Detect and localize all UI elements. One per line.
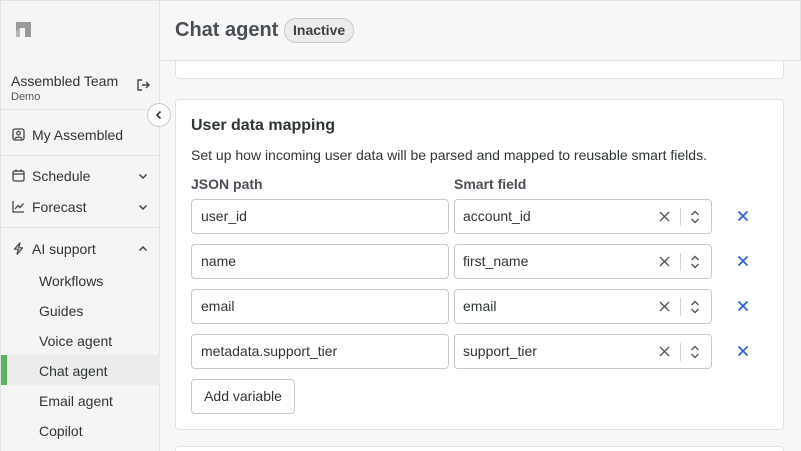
assembled-logo-icon[interactable] — [14, 19, 34, 39]
team-subtitle: Demo — [11, 91, 41, 103]
up-down-chevron-icon — [691, 255, 699, 269]
json-path-input[interactable]: user_id — [191, 199, 449, 234]
chevron-down-icon — [138, 204, 148, 211]
divider — [1, 155, 160, 156]
column-header-smart-field: Smart field — [454, 176, 527, 192]
clear-icon[interactable] — [659, 256, 670, 267]
section-title: User data mapping — [191, 117, 336, 134]
team-switcher[interactable]: Assembled Team Demo — [11, 73, 118, 105]
select-separator — [680, 298, 681, 316]
previous-card — [175, 61, 784, 79]
sidebar-item-label: Forecast — [32, 199, 87, 215]
user-badge-icon — [12, 128, 25, 141]
sidebar-item-schedule[interactable]: Schedule — [1, 161, 160, 191]
logout-icon[interactable] — [136, 78, 150, 92]
chevron-up-icon — [138, 245, 148, 252]
sidebar: Assembled Team Demo My Assembled Schedul… — [0, 0, 160, 451]
sidebar-item-my-assembled[interactable]: My Assembled — [1, 120, 160, 150]
sidebar-item-label: Schedule — [32, 168, 91, 184]
divider — [1, 227, 160, 228]
section-description: Set up how incoming user data will be pa… — [191, 147, 707, 163]
json-path-input[interactable]: name — [191, 244, 449, 279]
page-title: Chat agent — [175, 19, 279, 41]
smart-field-select[interactable]: email — [454, 289, 712, 324]
sidebar-subitem-label: Copilot — [39, 423, 83, 439]
remove-row-icon[interactable] — [737, 345, 749, 357]
json-path-input[interactable]: metadata.support_tier — [191, 334, 449, 369]
smart-field-value: email — [463, 298, 497, 314]
sidebar-subitem-copilot[interactable]: Copilot — [1, 415, 160, 445]
sidebar-subitem-label: Voice agent — [39, 333, 113, 349]
sidebar-subitem-label: Chat agent — [39, 363, 108, 379]
sidebar-subitem-email-agent[interactable]: Email agent — [1, 385, 160, 415]
team-name: Assembled Team — [11, 73, 119, 89]
remove-row-icon[interactable] — [737, 255, 749, 267]
sidebar-subitem-chat-agent[interactable]: Chat agent — [1, 355, 160, 385]
add-variable-button[interactable]: Add variable — [191, 379, 295, 414]
sidebar-subitem-voice-agent[interactable]: Voice agent — [1, 325, 160, 355]
calendar-icon — [12, 169, 25, 182]
next-card — [175, 446, 784, 451]
status-badge: Inactive — [284, 18, 355, 43]
smart-field-select[interactable]: first_name — [454, 244, 712, 279]
smart-field-value: support_tier — [463, 343, 537, 359]
smart-field-select[interactable]: support_tier — [454, 334, 712, 369]
up-down-chevron-icon — [691, 345, 699, 359]
sidebar-item-label: My Assembled — [32, 127, 124, 143]
up-down-chevron-icon — [691, 300, 699, 314]
remove-row-icon[interactable] — [737, 210, 749, 222]
sidebar-subitem-label: Guides — [39, 303, 84, 319]
divider — [1, 109, 160, 110]
user-data-mapping-card: User data mapping Set up how incoming us… — [175, 99, 784, 430]
sidebar-subitem-workflows[interactable]: Workflows — [1, 265, 160, 295]
json-path-input[interactable]: email — [191, 289, 449, 324]
remove-row-icon[interactable] — [737, 300, 749, 312]
column-header-json-path: JSON path — [191, 176, 263, 192]
smart-field-value: account_id — [463, 208, 531, 224]
sidebar-subitem-label: Email agent — [39, 393, 113, 409]
sidebar-item-forecast[interactable]: Forecast — [1, 192, 160, 222]
sidebar-subitem-guides[interactable]: Guides — [1, 295, 160, 325]
lightning-icon — [13, 242, 24, 255]
up-down-chevron-icon — [691, 210, 699, 224]
page-header: Chat agent Inactive — [160, 0, 801, 61]
clear-icon[interactable] — [659, 301, 670, 312]
smart-field-select[interactable]: account_id — [454, 199, 712, 234]
chevron-down-icon — [138, 173, 148, 180]
chevron-left-icon — [155, 110, 162, 120]
clear-icon[interactable] — [659, 346, 670, 357]
clear-icon[interactable] — [659, 211, 670, 222]
sidebar-item-ai-support[interactable]: AI support — [1, 234, 160, 264]
sidebar-subitem-label: Workflows — [39, 273, 104, 289]
sidebar-item-label: AI support — [32, 241, 96, 257]
select-separator — [680, 343, 681, 361]
smart-field-value: first_name — [463, 253, 529, 269]
select-separator — [680, 208, 681, 226]
chart-line-icon — [12, 201, 24, 213]
select-separator — [680, 253, 681, 271]
collapse-sidebar-button[interactable] — [147, 103, 171, 127]
